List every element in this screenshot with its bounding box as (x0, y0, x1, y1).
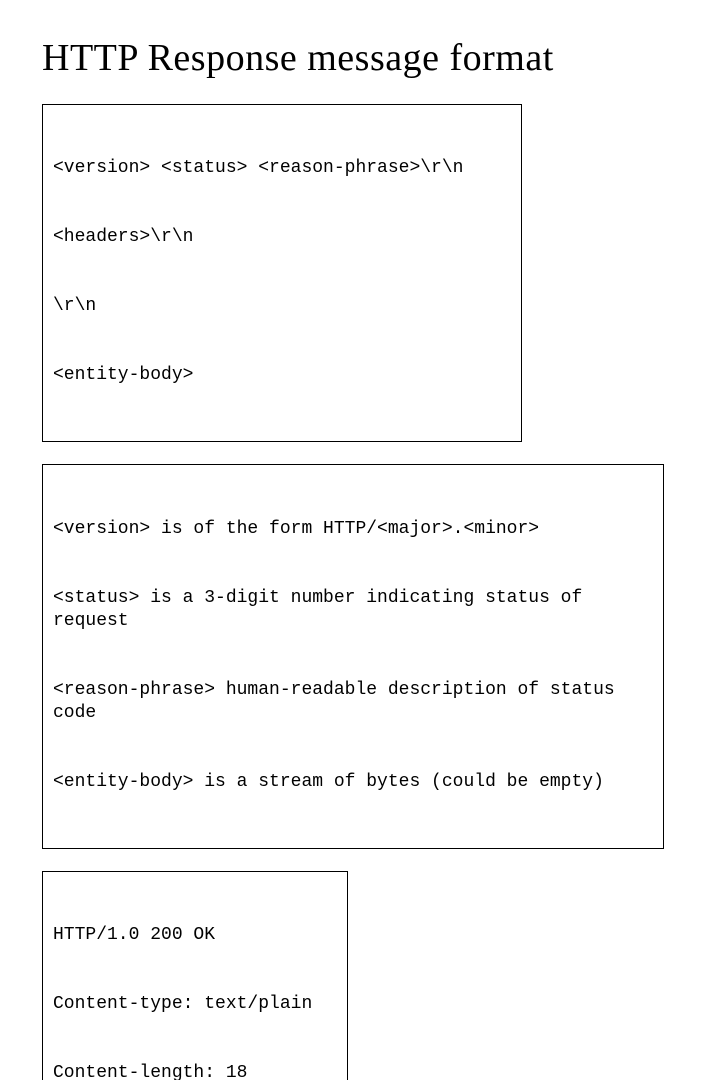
example-box: HTTP/1.0 200 OK Content-type: text/plain… (42, 871, 348, 1080)
description-line: <status> is a 3-digit number indicating … (53, 587, 653, 633)
example-line: Content-type: text/plain (53, 993, 337, 1016)
description-line: <version> is of the form HTTP/<major>.<m… (53, 518, 653, 541)
slide: HTTP Response message format <version> <… (0, 0, 720, 540)
page-title: HTTP Response message format (42, 36, 678, 80)
syntax-line: <entity-body> (53, 364, 511, 387)
example-line: Content-length: 18 (53, 1062, 337, 1080)
description-line: <reason-phrase> human-readable descripti… (53, 679, 653, 725)
description-line: <entity-body> is a stream of bytes (coul… (53, 771, 653, 794)
syntax-line: \r\n (53, 295, 511, 318)
syntax-line: <headers>\r\n (53, 226, 511, 249)
description-box: <version> is of the form HTTP/<major>.<m… (42, 464, 664, 849)
example-line: HTTP/1.0 200 OK (53, 924, 337, 947)
syntax-box: <version> <status> <reason-phrase>\r\n <… (42, 104, 522, 442)
syntax-line: <version> <status> <reason-phrase>\r\n (53, 157, 511, 180)
